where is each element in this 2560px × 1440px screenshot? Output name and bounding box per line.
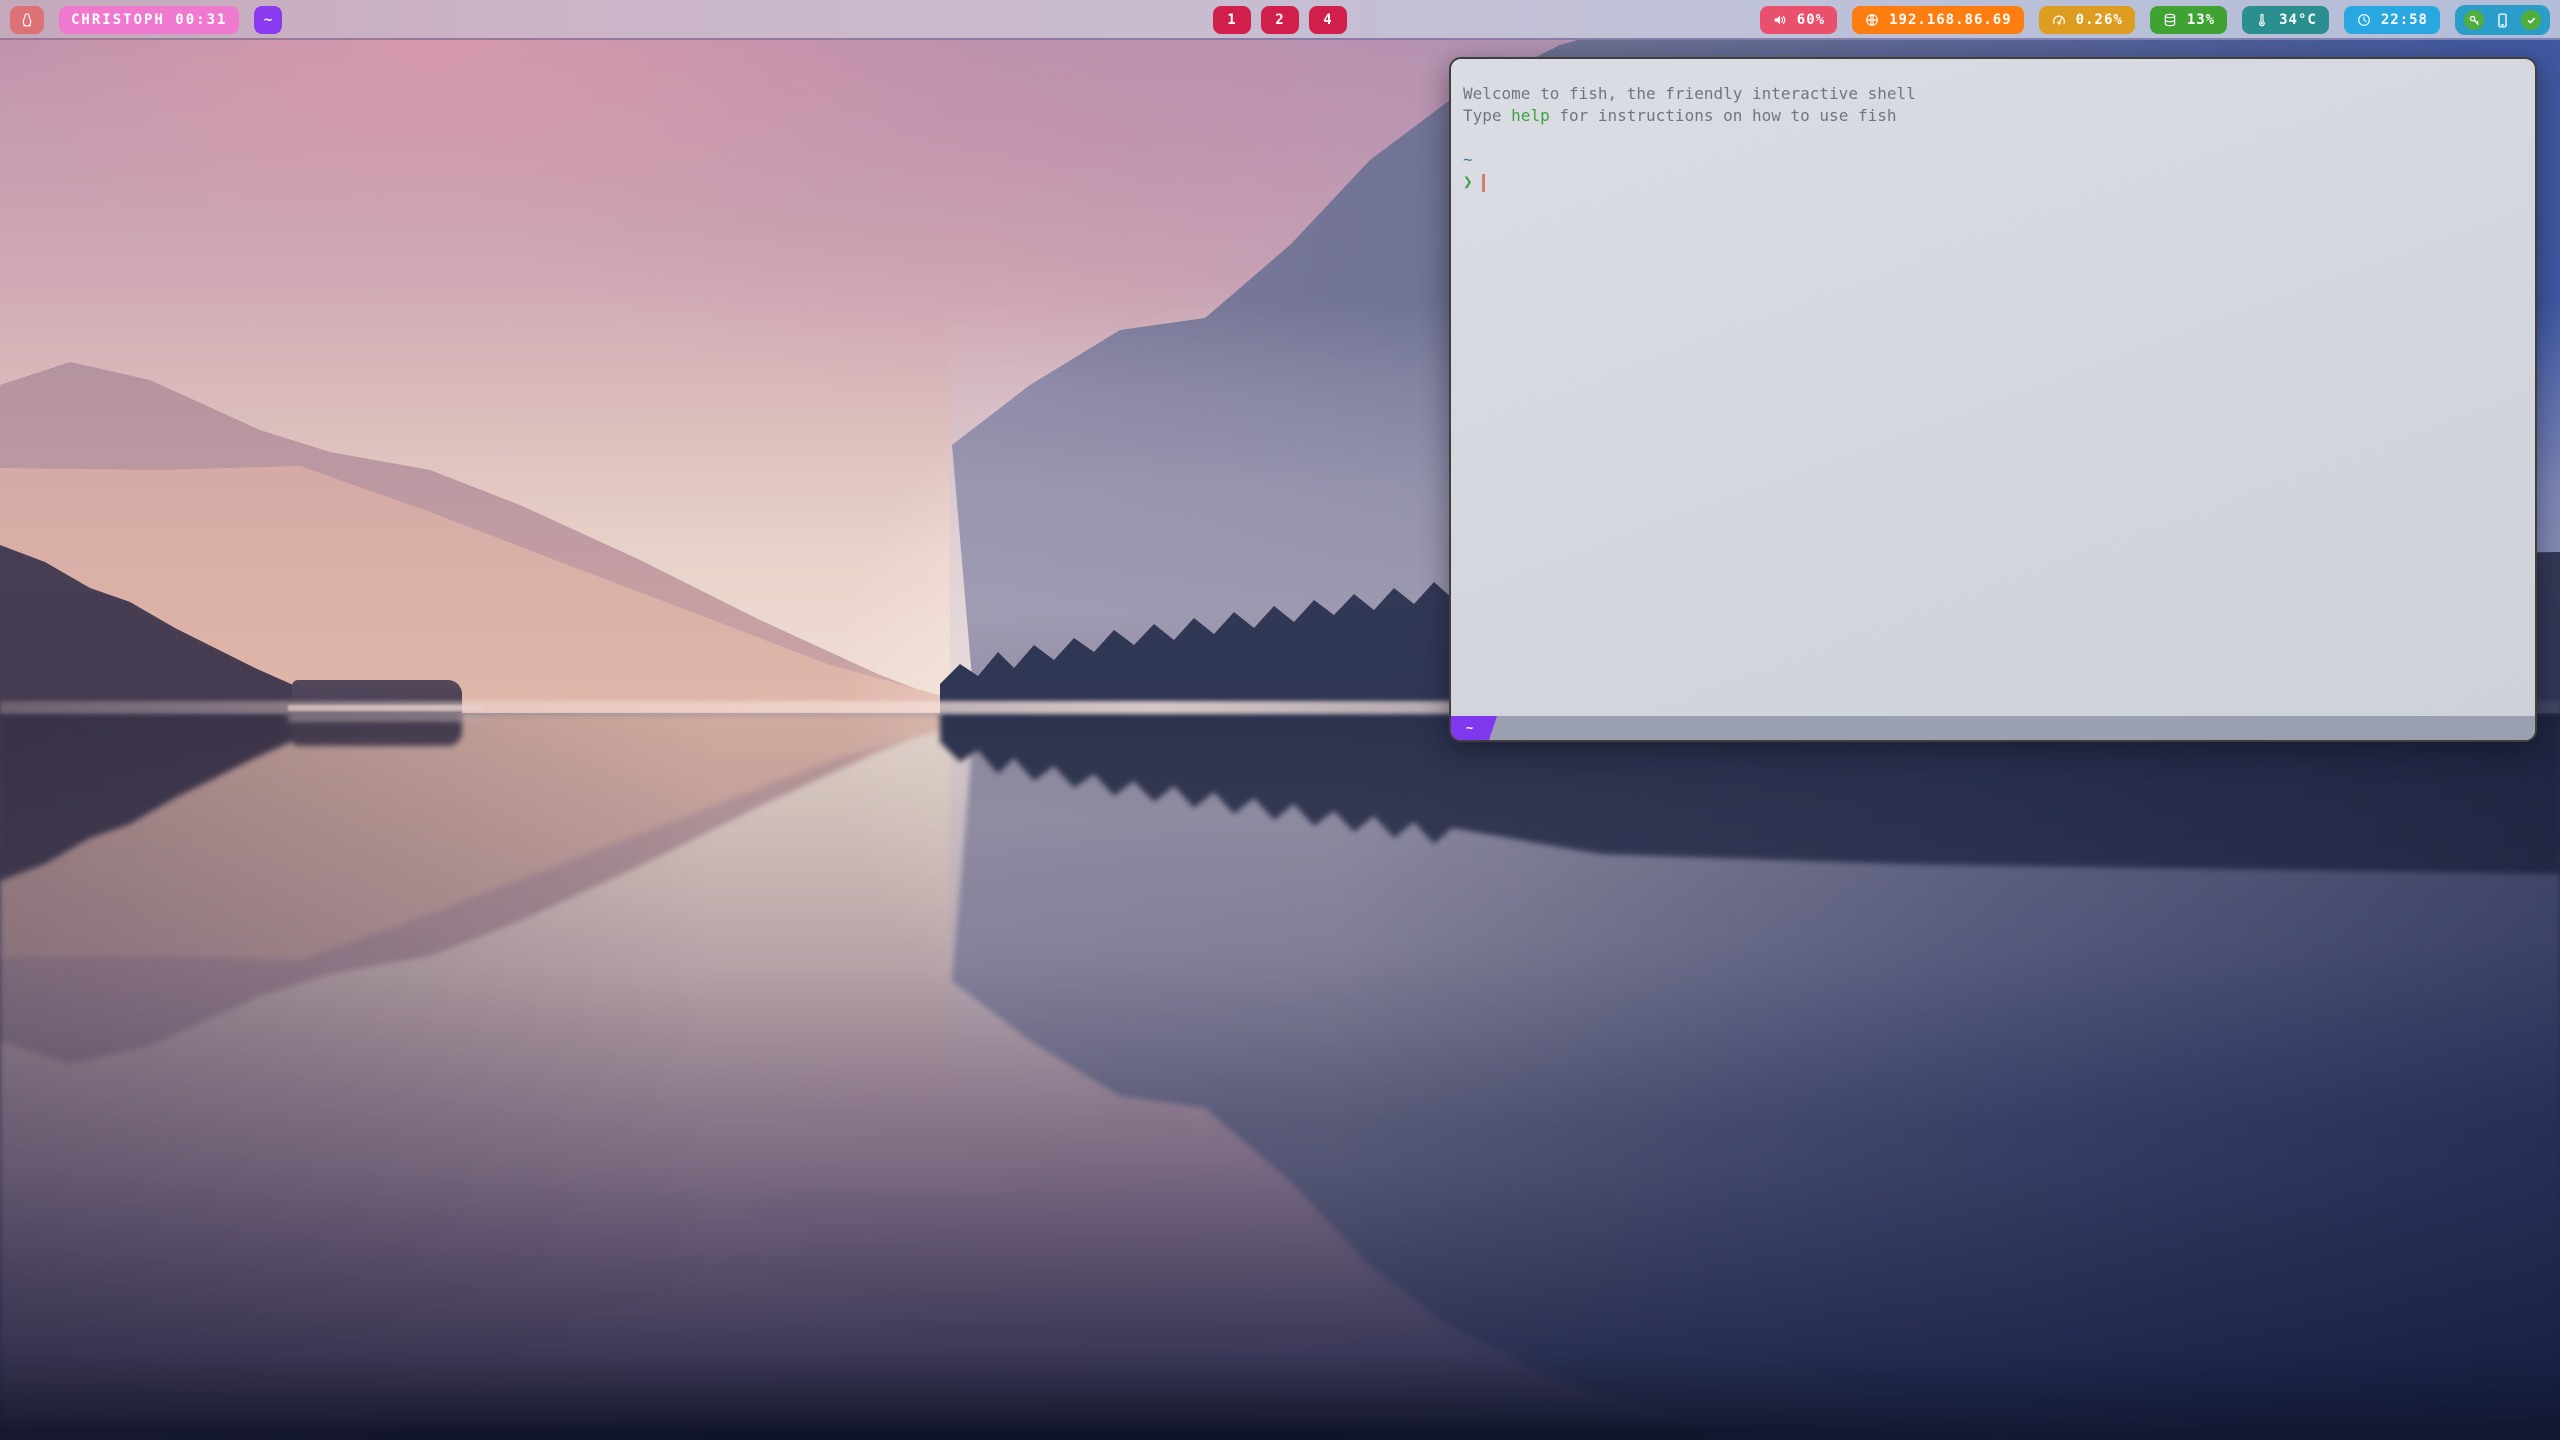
- fish-greeting-line1: Welcome to fish, the friendly interactiv…: [1463, 83, 2535, 105]
- desktop: CHRISTOPH 00:31 ~ 1 2 4 60% 192.168.86.6…: [0, 0, 2560, 1440]
- phone-icon: [2494, 12, 2511, 29]
- network-ip-value: 192.168.86.69: [1889, 12, 2012, 28]
- volume-value: 60%: [1797, 12, 1825, 28]
- temperature-module: 34°C: [2242, 6, 2329, 34]
- terminal-cursor: [1482, 174, 1485, 192]
- key-icon: [2468, 14, 2481, 27]
- globe-icon: [1864, 12, 1880, 28]
- terminal-tab-bar: ~: [1451, 716, 2535, 740]
- memory-value: 13%: [2187, 12, 2215, 28]
- cpu-module: 0.26%: [2039, 6, 2135, 34]
- keepass-tray-button[interactable]: [2464, 10, 2484, 30]
- window-title-label: ~: [264, 12, 273, 28]
- fish-greeting-line2: Type help for instructions on how to use…: [1463, 105, 2535, 127]
- bar-right-group: 60% 192.168.86.69 0.26% 13%: [1760, 5, 2550, 35]
- workspace-button-2[interactable]: 2: [1261, 6, 1299, 34]
- gauge-icon: [2051, 12, 2067, 28]
- launcher-button[interactable]: [10, 6, 44, 34]
- terminal-output[interactable]: Welcome to fish, the friendly interactiv…: [1451, 59, 2535, 716]
- prompt-char: ❯: [1463, 172, 1473, 191]
- clock-module[interactable]: 22:58: [2344, 6, 2440, 34]
- terminal-tab-home[interactable]: ~: [1451, 716, 1497, 740]
- workspace-label: 1: [1227, 12, 1236, 28]
- sync-status-tray-button[interactable]: [2521, 10, 2541, 30]
- volume-module[interactable]: 60%: [1760, 6, 1837, 34]
- wallpaper-water: [0, 713, 2560, 1440]
- user-uptime-badge: CHRISTOPH 00:31: [59, 6, 239, 34]
- kdeconnect-tray-button[interactable]: [2494, 12, 2511, 29]
- help-keyword: help: [1511, 106, 1550, 125]
- workspace-button-1[interactable]: 1: [1213, 6, 1251, 34]
- tux-icon: [19, 12, 35, 28]
- bar-left-group: CHRISTOPH 00:31 ~: [10, 6, 282, 34]
- terminal-window: Welcome to fish, the friendly interactiv…: [1449, 57, 2537, 742]
- network-module: 192.168.86.69: [1852, 6, 2024, 34]
- window-title-badge: ~: [254, 6, 282, 34]
- memory-icon: [2162, 12, 2178, 28]
- volume-icon: [1772, 12, 1788, 28]
- thermometer-icon: [2254, 12, 2270, 28]
- temperature-value: 34°C: [2279, 12, 2317, 28]
- wallpaper-reflection-mirror: [0, 713, 2560, 1426]
- workspace-switcher: 1 2 4: [1213, 0, 1347, 40]
- workspace-label: 4: [1323, 12, 1332, 28]
- greeting-text: Type: [1463, 106, 1511, 125]
- blank-line: [1463, 127, 2535, 149]
- workspace-label: 2: [1275, 12, 1284, 28]
- clock-value: 22:58: [2381, 12, 2428, 28]
- system-tray: [2455, 5, 2550, 35]
- prompt-path: ~: [1463, 149, 2535, 171]
- status-bar: CHRISTOPH 00:31 ~ 1 2 4 60% 192.168.86.6…: [0, 0, 2560, 40]
- cpu-value: 0.26%: [2076, 12, 2123, 28]
- prompt-line: ❯: [1463, 171, 2535, 193]
- workspace-button-4[interactable]: 4: [1309, 6, 1347, 34]
- terminal-tab-label: ~: [1466, 721, 1473, 735]
- clock-icon: [2356, 12, 2372, 28]
- greeting-text: for instructions on how to use fish: [1550, 106, 1897, 125]
- user-uptime-label: CHRISTOPH 00:31: [71, 12, 227, 28]
- memory-module: 13%: [2150, 6, 2227, 34]
- check-icon: [2525, 14, 2538, 27]
